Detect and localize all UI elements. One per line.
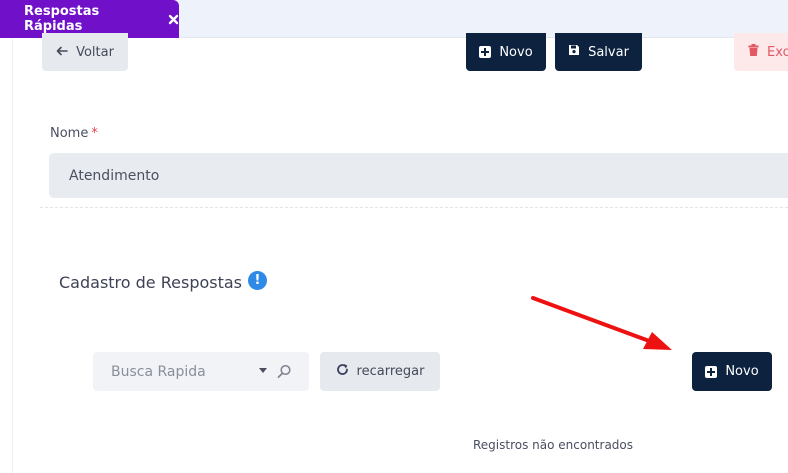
new-button[interactable]: Novo bbox=[466, 33, 546, 71]
back-button[interactable]: Voltar bbox=[42, 33, 128, 71]
search-icon[interactable] bbox=[277, 364, 292, 383]
delete-button[interactable]: Exc bbox=[734, 33, 788, 71]
name-input[interactable]: Atendimento bbox=[49, 153, 788, 198]
caret-down-icon[interactable] bbox=[259, 368, 267, 373]
exclamation-circle-icon[interactable]: ! bbox=[248, 271, 268, 290]
search-placeholder: Busca Rapida bbox=[111, 363, 206, 380]
required-mark: * bbox=[91, 126, 98, 141]
floppy-disk-icon bbox=[568, 44, 580, 60]
plus-square-icon bbox=[705, 365, 718, 378]
section-title: Cadastro de Respostas ! bbox=[59, 271, 268, 292]
add-response-button[interactable]: Novo bbox=[692, 352, 772, 391]
name-label-text: Nome bbox=[50, 126, 89, 141]
content-border bbox=[12, 38, 13, 473]
save-button-label: Salvar bbox=[588, 44, 629, 60]
refresh-icon bbox=[336, 363, 349, 380]
section-title-text: Cadastro de Respostas bbox=[59, 273, 243, 292]
new-button-label: Novo bbox=[499, 44, 533, 60]
save-button[interactable]: Salvar bbox=[555, 33, 642, 71]
search-input[interactable]: Busca Rapida bbox=[93, 352, 309, 391]
reload-button[interactable]: recarregar bbox=[320, 352, 440, 391]
reload-button-label: recarregar bbox=[356, 364, 425, 379]
section-divider bbox=[40, 207, 788, 208]
empty-state-message: Registros não encontrados bbox=[472, 438, 634, 452]
trash-icon bbox=[748, 44, 759, 60]
close-icon[interactable] bbox=[168, 14, 179, 25]
arrow-left-icon bbox=[56, 45, 68, 60]
back-button-label: Voltar bbox=[76, 44, 114, 60]
tab-label: Respostas Rápidas bbox=[24, 4, 100, 34]
delete-button-label: Exc bbox=[767, 44, 788, 60]
name-field-label: Nome * bbox=[50, 126, 98, 141]
add-response-button-label: Novo bbox=[725, 364, 759, 379]
plus-square-icon bbox=[479, 46, 492, 58]
